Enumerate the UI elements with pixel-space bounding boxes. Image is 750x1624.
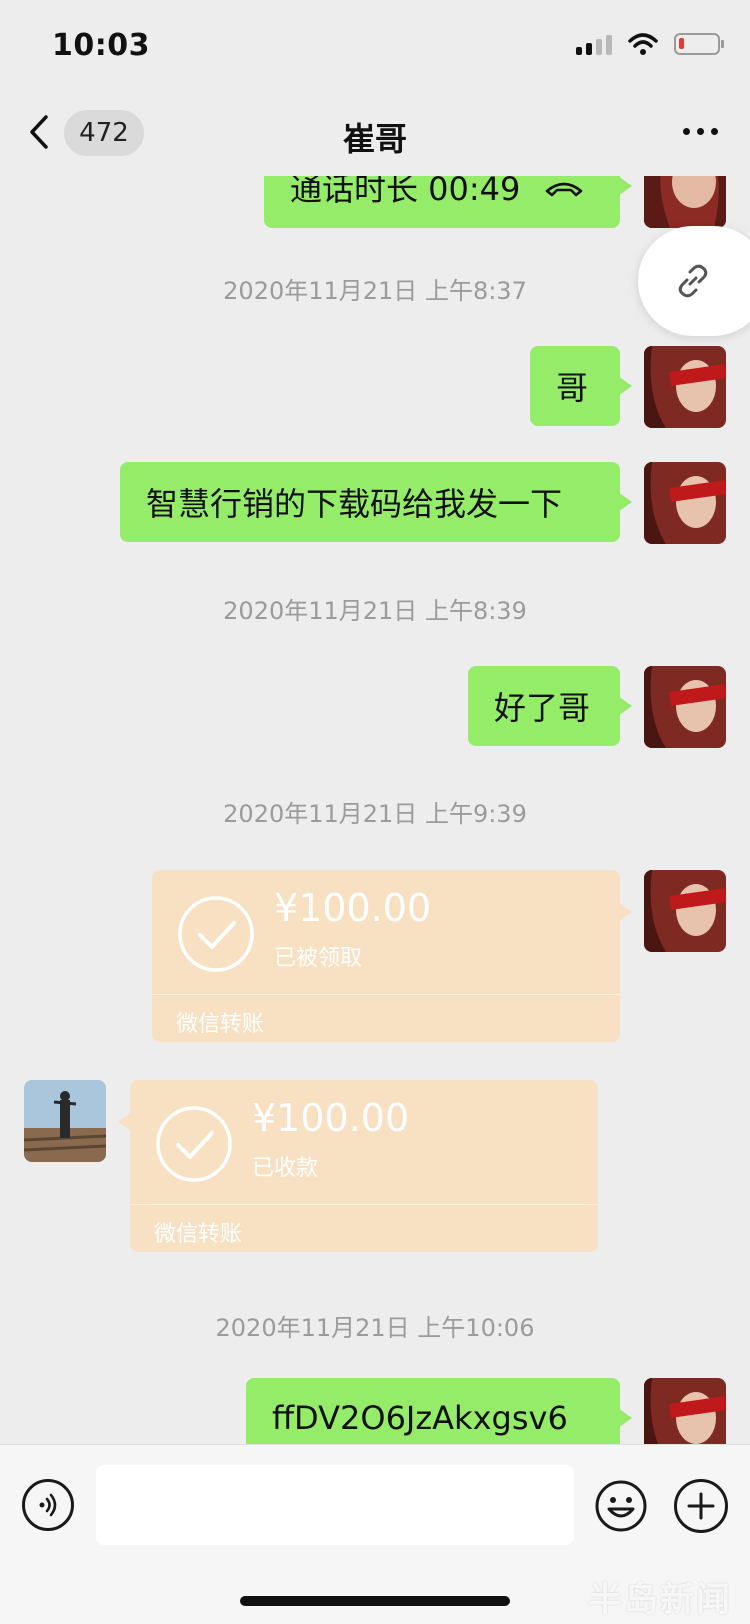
watermark: 半岛新闻 [588,1580,732,1620]
message-bubble[interactable]: 好了哥 [468,666,632,746]
floating-link-button[interactable] [638,226,750,336]
transfer-card-received[interactable]: ¥100.00 已收款 微信转账 [118,1080,598,1252]
transfer-label: 微信转账 [176,1012,265,1037]
avatar[interactable] [644,462,726,544]
avatar[interactable] [644,1378,726,1444]
message-input[interactable] [96,1465,574,1545]
chat-messages[interactable]: 通话时长 00:49 2020年11月21日 上午8:37 哥 智慧行销的下载码… [0,176,750,1444]
message-bubble[interactable]: 智慧行销的下载码给我发一下 [120,462,632,542]
emoji-button[interactable] [594,1479,648,1533]
status-time: 10:03 [52,28,150,63]
check-circle-icon [156,1106,232,1182]
message-text: 哥 [556,369,589,407]
plus-icon [687,1492,715,1520]
avatar[interactable] [644,870,726,952]
avatar[interactable] [644,176,726,228]
timestamp: 2020年11月21日 上午8:39 [223,597,527,625]
home-indicator[interactable] [240,1596,510,1606]
message-bubble[interactable]: 哥 [530,346,632,426]
voice-input-button[interactable] [22,1479,74,1531]
avatar[interactable] [644,666,726,748]
divider [130,1204,598,1205]
wifi-icon [628,33,658,55]
transfer-label: 微信转账 [154,1222,243,1247]
divider [152,994,620,995]
more-options-button[interactable] [683,128,718,135]
message-text: 好了哥 [494,689,591,727]
phone-hangup-icon [546,182,583,197]
message-text: ffDV2O6JzAkxgsv6 [272,1399,568,1437]
status-icons [576,32,724,56]
transfer-amount: ¥100.00 [252,1096,410,1140]
more-functions-button[interactable] [674,1479,728,1533]
transfer-card-sent[interactable]: ¥100.00 已被领取 微信转账 [152,870,632,1042]
transfer-amount: ¥100.00 [274,886,432,930]
call-bubble[interactable]: 通话时长 00:49 [264,176,632,228]
voice-icon [39,1493,57,1517]
transfer-status: 已收款 [252,1156,319,1181]
avatar[interactable] [24,1080,106,1162]
message-bubble[interactable]: ffDV2O6JzAkxgsv6 [246,1378,632,1444]
transfer-status: 已被领取 [274,946,363,971]
chat-title: 崔哥 [342,120,407,158]
call-duration-text: 通话时长 00:49 [290,176,521,208]
avatar[interactable] [644,346,726,428]
nav-bar: 472 崔哥 [0,92,750,176]
timestamp: 2020年11月21日 上午10:06 [215,1314,535,1342]
timestamp: 2020年11月21日 上午9:39 [223,800,527,828]
link-icon [678,264,708,298]
status-bar: 10:03 [0,0,750,92]
check-circle-icon [178,896,254,972]
signal-icon [576,33,612,55]
message-text: 智慧行销的下载码给我发一下 [146,485,563,523]
battery-icon [674,33,724,55]
